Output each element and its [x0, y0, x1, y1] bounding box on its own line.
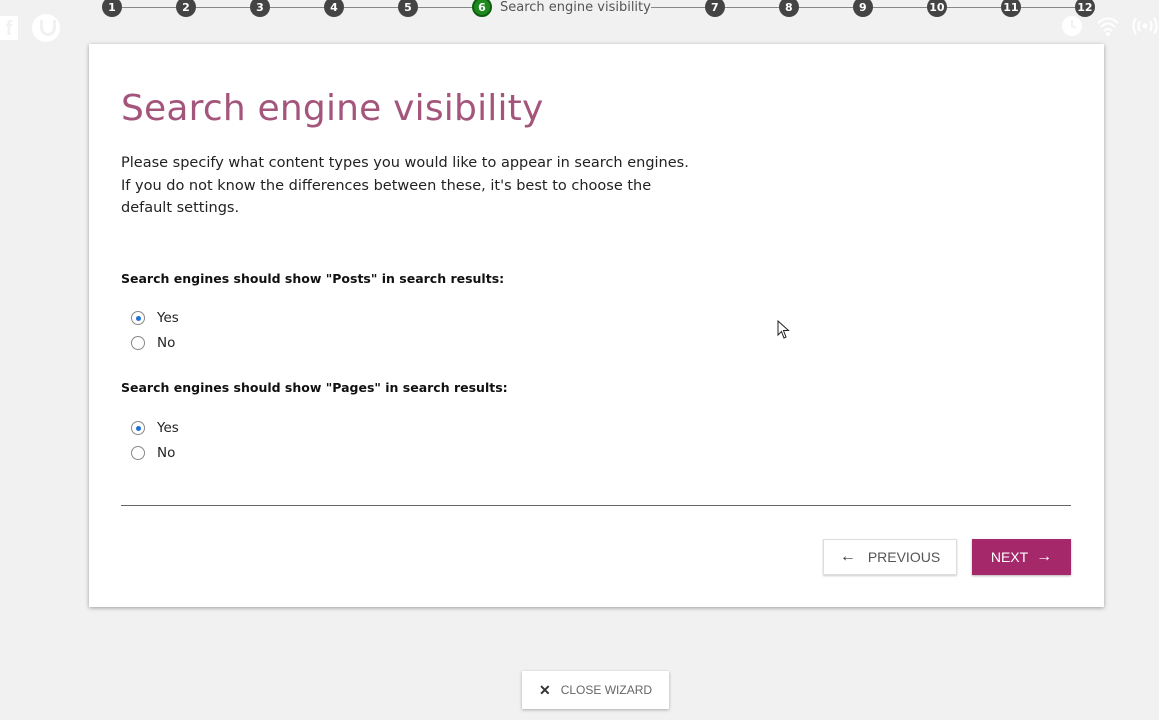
wifi-icon[interactable] [1096, 14, 1120, 43]
pages-yes-radio[interactable] [131, 421, 145, 436]
close-wizard-button[interactable]: ✕ Close wizard [522, 671, 669, 709]
wizard-screen: f 1 2 3 4 5 6 Search engine visibility 7… [0, 0, 1159, 720]
pages-radio-group: Yes No [131, 416, 179, 465]
step-6-active[interactable]: 6 Search engine visibility [472, 0, 651, 17]
step-connector [724, 6, 779, 8]
step-number: 11 [1000, 0, 1021, 17]
pages-no-option[interactable]: No [131, 441, 179, 466]
step-connector [344, 6, 398, 8]
posts-radio-group: Yes No [131, 306, 179, 355]
step-number: 3 [250, 0, 270, 17]
step-9[interactable]: 9 [852, 0, 873, 17]
step-12[interactable]: 12 [1074, 0, 1095, 17]
pages-no-radio[interactable] [131, 445, 145, 460]
arrow-right-icon: → [1036, 548, 1053, 565]
step-connector [270, 6, 324, 8]
step-connector [946, 6, 1001, 8]
posts-no-radio[interactable] [131, 335, 145, 350]
step-10[interactable]: 10 [926, 0, 947, 17]
intro-text: Please specify what content types you wo… [121, 155, 689, 216]
step-number: 1 [102, 0, 122, 17]
step-5[interactable]: 5 [398, 0, 418, 17]
posts-yes-option[interactable]: Yes [131, 306, 179, 331]
pages-yes-option[interactable]: Yes [131, 416, 179, 441]
next-button[interactable]: Next → [972, 539, 1071, 575]
step-connector [1020, 6, 1075, 8]
radio-label[interactable]: Yes [157, 420, 179, 436]
step-number: 6 [472, 0, 492, 17]
step-connector [418, 6, 472, 8]
next-button-label: Next [990, 549, 1029, 565]
wizard-progress-steps: 1 2 3 4 5 6 Search engine visibility 7 8… [102, 0, 1095, 18]
step-7[interactable]: 7 [704, 0, 725, 17]
step-label: Search engine visibility [500, 0, 651, 15]
step-number: 12 [1074, 0, 1095, 17]
step-connector [122, 6, 176, 8]
wizard-card: Search engine visibility Please specify … [89, 44, 1104, 607]
clock-icon[interactable] [1060, 14, 1084, 43]
radio-label[interactable]: No [157, 445, 175, 461]
step-connector [798, 6, 853, 8]
step-connector [872, 6, 927, 8]
radio-label[interactable]: No [157, 335, 175, 351]
tor-browser-icon[interactable] [32, 14, 60, 42]
facebook-icon[interactable]: f [0, 16, 18, 40]
step-number: 9 [852, 0, 873, 17]
divider [121, 505, 1071, 506]
page-title: Search engine visibility [121, 88, 544, 129]
mouse-cursor-icon [777, 319, 791, 344]
previous-button-label: Previous [867, 549, 941, 565]
step-number: 7 [704, 0, 725, 17]
arrow-left-icon: ← [839, 548, 856, 565]
close-wizard-label: Close wizard [560, 683, 653, 697]
posts-question-label: Search engines should show "Posts" in se… [121, 271, 505, 286]
step-connector [196, 6, 250, 8]
step-number: 2 [176, 0, 196, 17]
posts-yes-radio[interactable] [131, 311, 145, 326]
step-connector [650, 6, 705, 8]
step-number: 4 [324, 0, 344, 17]
close-icon: ✕ [538, 681, 551, 698]
broadcast-icon[interactable] [1132, 14, 1158, 43]
step-number: 10 [926, 0, 947, 17]
posts-no-option[interactable]: No [131, 331, 179, 356]
previous-button[interactable]: ← Previous [823, 539, 957, 575]
step-number: 5 [398, 0, 418, 17]
radio-label[interactable]: Yes [157, 310, 179, 326]
step-3[interactable]: 3 [250, 0, 270, 17]
step-2[interactable]: 2 [176, 0, 196, 17]
step-1[interactable]: 1 [102, 0, 122, 17]
pages-question-label: Search engines should show "Pages" in se… [121, 380, 508, 395]
step-11[interactable]: 11 [1000, 0, 1021, 17]
step-4[interactable]: 4 [324, 0, 344, 17]
step-8[interactable]: 8 [778, 0, 799, 17]
step-number: 8 [778, 0, 799, 17]
